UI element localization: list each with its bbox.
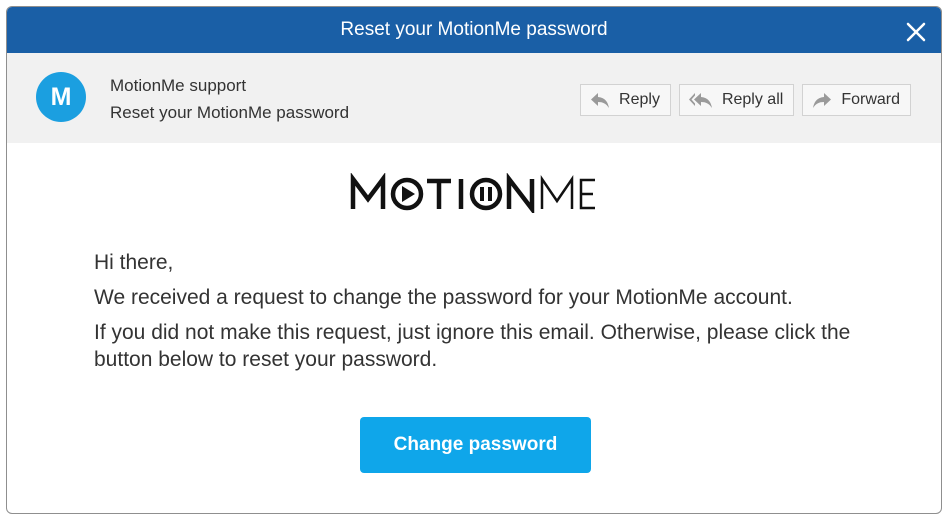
avatar: M	[36, 72, 86, 122]
reply-all-button[interactable]: Reply all	[678, 84, 795, 116]
reply-all-icon	[688, 93, 712, 108]
message-body: Hi there, We received a request to chang…	[94, 249, 864, 381]
sender-name: MotionMe support	[110, 76, 247, 95]
message-actions: Reply Reply all Forward	[580, 84, 911, 116]
play-icon	[402, 186, 415, 202]
reply-label: Reply	[619, 91, 660, 108]
forward-icon	[813, 93, 832, 108]
forward-button[interactable]: Forward	[802, 84, 911, 116]
forward-label: Forward	[841, 91, 900, 108]
logo-wordmark	[350, 173, 595, 213]
message-header: M MotionMe support Reset your MotionMe p…	[7, 53, 941, 143]
pause-icon	[480, 187, 492, 201]
close-icon	[906, 22, 926, 42]
close-button[interactable]	[903, 17, 929, 43]
message-subject: Reset your MotionMe password	[110, 103, 350, 122]
email-window: Reset your MotionMe password M MotionMe …	[6, 6, 942, 514]
greeting: Hi there,	[94, 251, 174, 274]
reply-button[interactable]: Reply	[580, 84, 671, 116]
window-title: Reset your MotionMe password	[340, 19, 608, 40]
reply-all-label: Reply all	[721, 91, 784, 108]
reply-icon	[591, 93, 610, 108]
body-paragraph-1: We received a request to change the pass…	[94, 286, 793, 309]
title-bar: Reset your MotionMe password	[7, 7, 941, 53]
motionme-logo	[7, 173, 941, 213]
change-password-button[interactable]: Change password	[360, 417, 591, 473]
body-paragraph-2: If you did not make this request, just i…	[94, 321, 851, 371]
